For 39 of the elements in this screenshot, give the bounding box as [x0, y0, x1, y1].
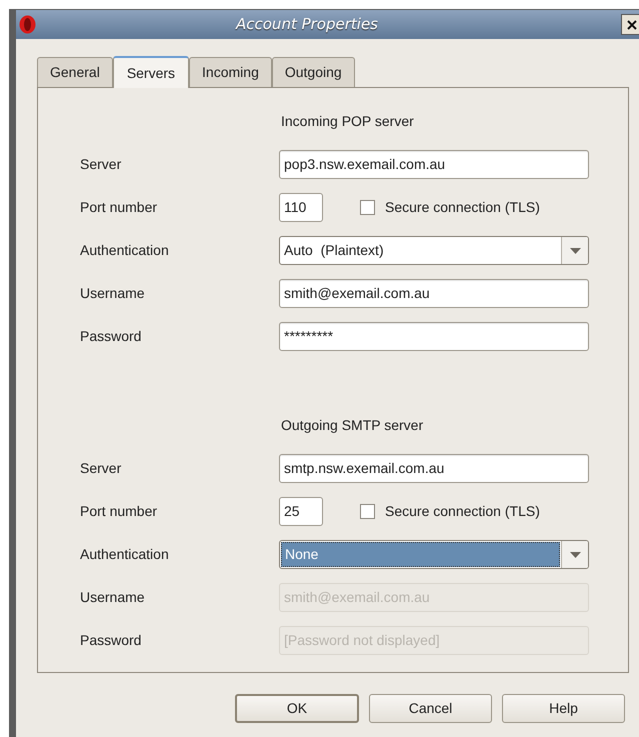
- field-label: Server: [80, 155, 122, 174]
- field-label: Password: [80, 631, 142, 650]
- window-title: Account Properties: [236, 14, 378, 36]
- tab[interactable]: Outgoing: [272, 57, 355, 87]
- field-label: Port number: [80, 198, 158, 217]
- field-label: Password: [80, 327, 142, 346]
- caret-icon: [570, 248, 580, 254]
- close-icon: [627, 20, 637, 30]
- tab[interactable]: Incoming: [189, 57, 272, 87]
- close-button[interactable]: [621, 14, 639, 35]
- checkbox-label: Secure connection (TLS): [385, 198, 540, 217]
- dialog-button[interactable]: Cancel: [369, 694, 492, 723]
- text-field[interactable]: smith@exemail.com.au: [279, 279, 589, 308]
- dropdown-value: Auto (Plaintext): [283, 241, 385, 260]
- checkbox[interactable]: [360, 504, 375, 519]
- dropdown[interactable]: Auto (Plaintext): [279, 236, 589, 265]
- section-heading: Outgoing SMTP server: [281, 416, 424, 435]
- text-field[interactable]: smtp.nsw.exemail.com.au: [279, 454, 589, 483]
- port-field[interactable]: 110: [279, 193, 323, 222]
- tab[interactable]: General: [37, 57, 113, 87]
- tab[interactable]: Servers: [112, 56, 190, 88]
- port-field[interactable]: 25: [279, 497, 323, 526]
- o-logo-icon: [18, 15, 37, 34]
- dropdown-value: None: [281, 542, 560, 567]
- text-field[interactable]: pop3.nsw.exemail.com.au: [279, 150, 589, 179]
- text-field[interactable]: *********: [279, 322, 589, 351]
- field-label: Authentication: [80, 545, 170, 564]
- field-label: Username: [80, 284, 146, 303]
- field-label: Port number: [80, 502, 158, 521]
- dropdown[interactable]: None: [279, 540, 589, 569]
- dialog-button[interactable]: Help: [502, 694, 625, 723]
- field-label: Authentication: [80, 241, 170, 260]
- checkbox-label: Secure connection (TLS): [385, 502, 540, 521]
- field-label: Server: [80, 459, 122, 478]
- field-label: Username: [80, 588, 146, 607]
- caret-icon: [570, 552, 580, 558]
- dialog-button[interactable]: OK: [235, 694, 359, 723]
- section-heading: Incoming POP server: [281, 112, 414, 131]
- checkbox[interactable]: [360, 200, 375, 215]
